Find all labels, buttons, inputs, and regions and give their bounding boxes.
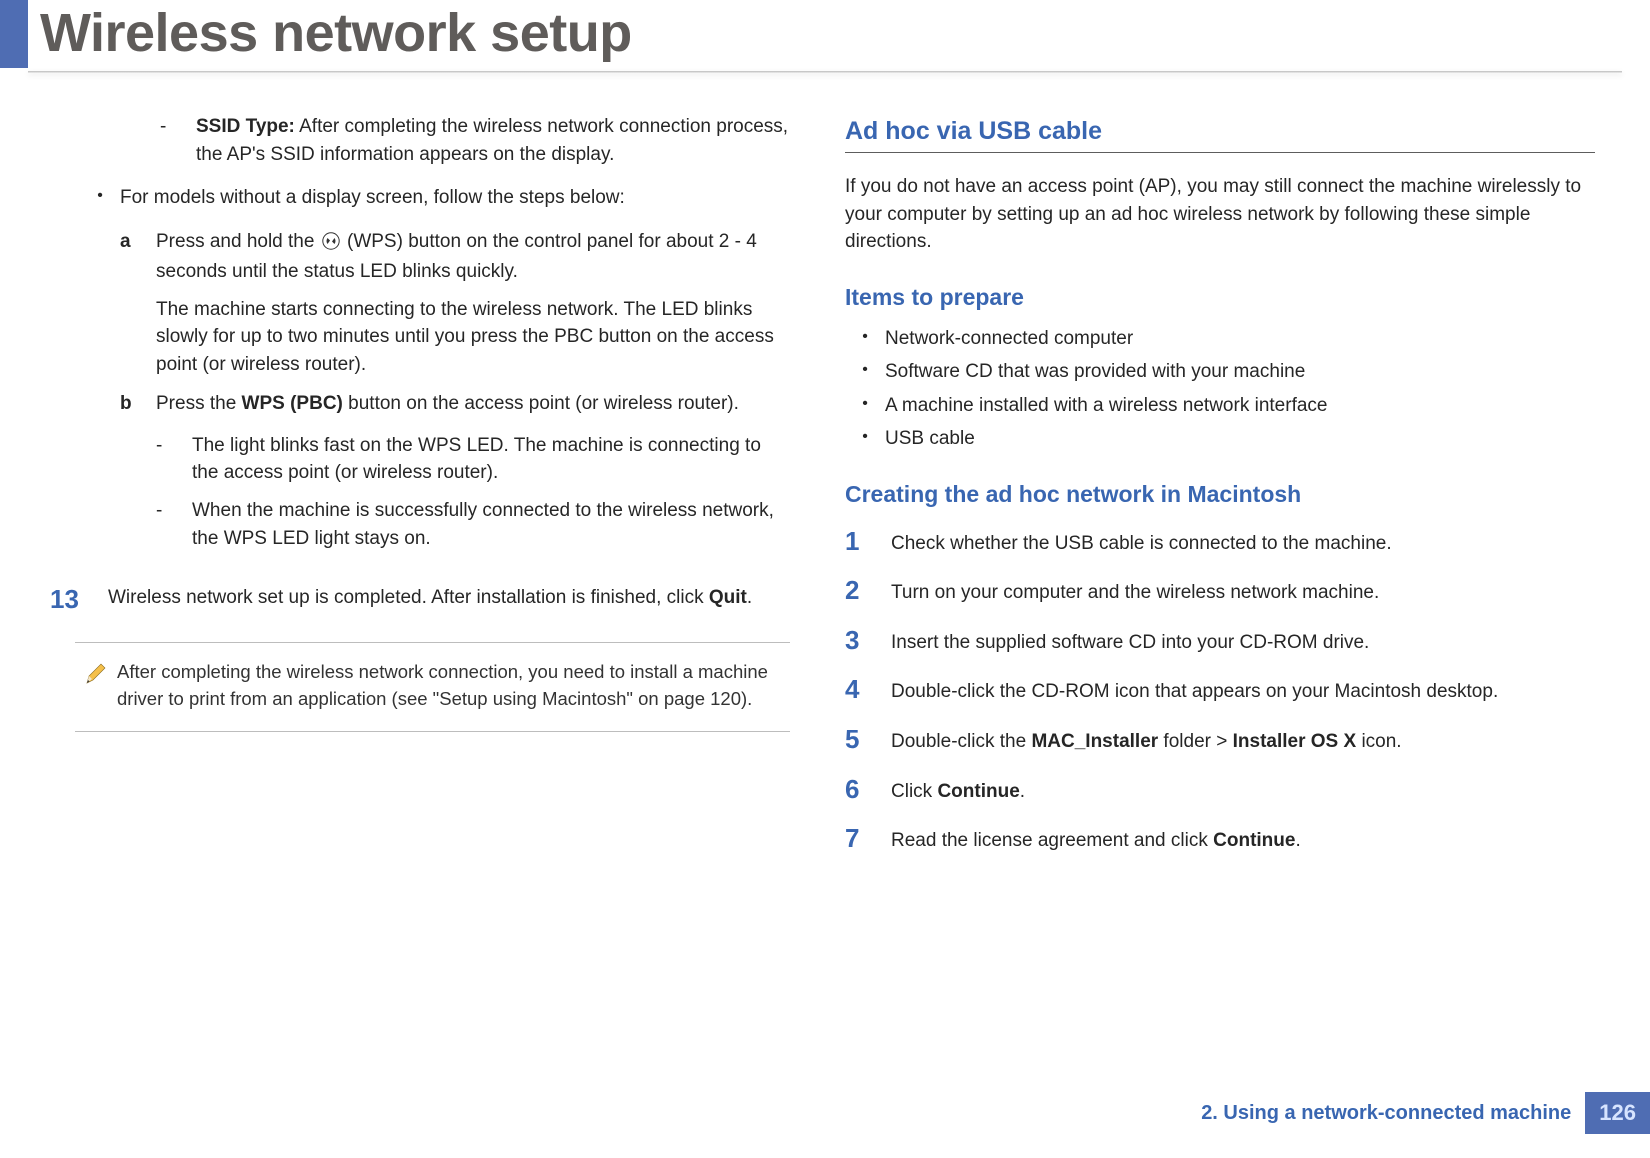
dash-marker: - xyxy=(156,432,192,487)
footer-page-number: 126 xyxy=(1585,1092,1650,1134)
step-5-post: icon. xyxy=(1356,731,1401,752)
step-7-bold: Continue xyxy=(1213,830,1295,851)
step-5-number: 5 xyxy=(845,726,891,752)
step-5-bold1: MAC_Installer xyxy=(1031,731,1158,752)
substep-a-pre: Press and hold the xyxy=(156,231,320,252)
section-title-text: Ad hoc via USB cable xyxy=(845,117,1595,146)
prepare-item-1: Network-connected computer xyxy=(885,325,1595,353)
note-text: After completing the wireless network co… xyxy=(117,659,778,713)
step-4: 4 Double-click the CD-ROM icon that appe… xyxy=(845,676,1595,706)
step-7-post: . xyxy=(1295,830,1300,851)
substep-a: a Press and hold the (WPS) button on the… xyxy=(110,228,790,379)
bullet-marker: • xyxy=(80,184,120,212)
step-4-number: 4 xyxy=(845,676,891,702)
bullet-marker: • xyxy=(845,358,885,386)
items-to-prepare-list: •Network-connected computer •Software CD… xyxy=(845,325,1595,453)
items-to-prepare-heading: Items to prepare xyxy=(845,284,1595,311)
section-heading-adhoc: Ad hoc via USB cable xyxy=(845,117,1595,153)
dash-marker: - xyxy=(160,113,196,168)
step-13-number: 13 xyxy=(50,584,108,612)
prepare-item-4: USB cable xyxy=(885,425,1595,453)
substep-a-label: a xyxy=(120,228,156,379)
no-display-text: For models without a display screen, fol… xyxy=(120,184,790,212)
step-5-mid: folder > xyxy=(1158,731,1232,752)
no-display-bullet: • For models without a display screen, f… xyxy=(80,184,790,212)
ssid-type-label: SSID Type: xyxy=(196,116,295,137)
step-5-bold2: Installer OS X xyxy=(1233,731,1357,752)
bullet-marker: • xyxy=(845,392,885,420)
step-13-pre: Wireless network set up is completed. Af… xyxy=(108,587,709,608)
adhoc-intro: If you do not have an access point (AP),… xyxy=(845,173,1595,256)
step-3-number: 3 xyxy=(845,627,891,653)
header-rule xyxy=(28,71,1622,73)
step-6: 6 Click Continue. xyxy=(845,776,1595,806)
substep-b-label: b xyxy=(120,390,156,562)
wps-icon xyxy=(322,231,340,259)
step-1-number: 1 xyxy=(845,528,891,554)
step-5: 5 Double-click the MAC_Installer folder … xyxy=(845,726,1595,756)
dash-marker: - xyxy=(156,497,192,552)
left-column: - SSID Type: After completing the wirele… xyxy=(40,113,790,875)
step-1: 1 Check whether the USB cable is connect… xyxy=(845,528,1595,558)
step-2-number: 2 xyxy=(845,577,891,603)
substep-b: b Press the WPS (PBC) button on the acce… xyxy=(110,390,790,562)
note-box: After completing the wireless network co… xyxy=(75,642,790,732)
step-5-pre: Double-click the xyxy=(891,731,1031,752)
step-7: 7 Read the license agreement and click C… xyxy=(845,825,1595,855)
step-3-text: Insert the supplied software CD into you… xyxy=(891,627,1595,657)
page-title: Wireless network setup xyxy=(40,2,632,64)
step-13-bold: Quit xyxy=(709,587,747,608)
substep-b-pre: Press the xyxy=(156,393,242,414)
step-4-text: Double-click the CD-ROM icon that appear… xyxy=(891,676,1595,706)
step-6-number: 6 xyxy=(845,776,891,802)
creating-adhoc-heading: Creating the ad hoc network in Macintosh xyxy=(845,481,1595,508)
step-7-pre: Read the license agreement and click xyxy=(891,830,1213,851)
content-columns: - SSID Type: After completing the wirele… xyxy=(0,95,1650,875)
b-sub2-text: When the machine is successfully connect… xyxy=(192,497,790,552)
page-header: Wireless network setup xyxy=(0,0,1650,95)
step-3: 3 Insert the supplied software CD into y… xyxy=(845,627,1595,657)
substep-a-line2: The machine starts connecting to the wir… xyxy=(156,296,790,379)
page-footer: 2. Using a network-connected machine 126 xyxy=(1201,1092,1650,1134)
step-6-post: . xyxy=(1020,781,1025,802)
ssid-type-item: - SSID Type: After completing the wirele… xyxy=(110,113,790,168)
right-column: Ad hoc via USB cable If you do not have … xyxy=(845,113,1595,875)
step-2-text: Turn on your computer and the wireless n… xyxy=(891,577,1595,607)
step-13-post: . xyxy=(747,587,752,608)
step-2: 2 Turn on your computer and the wireless… xyxy=(845,577,1595,607)
prepare-item-3: A machine installed with a wireless netw… xyxy=(885,392,1595,420)
step-6-bold: Continue xyxy=(937,781,1019,802)
note-pencil-icon xyxy=(83,659,117,687)
step-13: 13 Wireless network set up is completed.… xyxy=(50,584,790,612)
step-7-number: 7 xyxy=(845,825,891,851)
bullet-marker: • xyxy=(845,325,885,353)
bullet-marker: • xyxy=(845,425,885,453)
footer-chapter: 2. Using a network-connected machine xyxy=(1201,1102,1571,1125)
step-1-text: Check whether the USB cable is connected… xyxy=(891,528,1595,558)
step-6-pre: Click xyxy=(891,781,937,802)
prepare-item-2: Software CD that was provided with your … xyxy=(885,358,1595,386)
substep-b-post: button on the access point (or wireless … xyxy=(343,393,739,414)
b-sub1-text: The light blinks fast on the WPS LED. Th… xyxy=(192,432,790,487)
substep-b-bold: WPS (PBC) xyxy=(242,393,343,414)
header-accent-bar xyxy=(0,0,28,68)
